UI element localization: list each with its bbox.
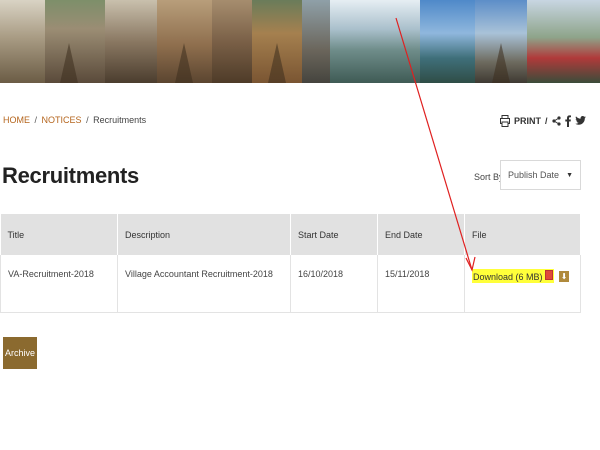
- twitter-icon[interactable]: [574, 116, 586, 126]
- download-link[interactable]: Download (6 MB): [472, 269, 555, 283]
- banner-photo: [252, 0, 302, 83]
- print-link[interactable]: PRINT: [514, 116, 541, 126]
- banner-photo: [527, 0, 600, 83]
- cell-description: Village Accountant Recruitment-2018: [117, 255, 291, 313]
- banner-photo: [45, 0, 105, 83]
- table-header-row: Title Description Start Date End Date Fi…: [0, 214, 581, 255]
- column-header-file: File: [464, 214, 581, 255]
- banner-photo: [105, 0, 157, 83]
- chevron-down-icon: ▼: [566, 171, 573, 179]
- download-icon[interactable]: ⬇: [559, 270, 570, 282]
- cell-file: Download (6 MB) ⬇: [464, 255, 581, 313]
- breadcrumb: HOME / NOTICES / Recruitments: [3, 115, 146, 125]
- recruitments-table: Title Description Start Date End Date Fi…: [0, 214, 581, 313]
- column-header-title: Title: [0, 214, 118, 255]
- banner-photo: [330, 0, 420, 83]
- cell-end-date: 15/11/2018: [377, 255, 465, 313]
- column-header-start-date: Start Date: [290, 214, 378, 255]
- breadcrumb-separator: /: [86, 115, 89, 125]
- cell-title: VA-Recruitment-2018: [0, 255, 118, 313]
- pdf-icon: [545, 270, 554, 280]
- page-title: Recruitments: [2, 163, 139, 188]
- cell-start-date: 16/10/2018: [290, 255, 378, 313]
- breadcrumb-home-link[interactable]: HOME: [3, 115, 30, 125]
- banner-photo: [302, 0, 330, 83]
- header-banner: [0, 0, 600, 83]
- share-icon[interactable]: [551, 116, 561, 126]
- breadcrumb-current: Recruitments: [93, 115, 147, 125]
- breadcrumb-separator: /: [34, 115, 38, 125]
- banner-photo: [0, 0, 45, 83]
- download-link-label: Download (6 MB): [473, 272, 543, 282]
- tools-separator: /: [545, 116, 548, 126]
- column-header-end-date: End Date: [377, 214, 465, 255]
- column-header-description: Description: [117, 214, 291, 255]
- banner-photo: [420, 0, 475, 83]
- print-icon[interactable]: [500, 115, 510, 127]
- page-tools: PRINT /: [500, 115, 586, 127]
- sort-selected-value: Publish Date: [508, 170, 560, 180]
- banner-photo: [212, 0, 252, 83]
- banner-photo: [157, 0, 212, 83]
- table-row: VA-Recruitment-2018 Village Accountant R…: [0, 255, 581, 313]
- archive-button[interactable]: Archive: [3, 337, 37, 369]
- banner-photo: [475, 0, 527, 83]
- facebook-icon[interactable]: [564, 115, 571, 127]
- sort-select[interactable]: Publish Date ▼: [500, 160, 581, 190]
- download-group: Download (6 MB) ⬇: [472, 269, 580, 283]
- breadcrumb-notices-link[interactable]: NOTICES: [42, 115, 82, 125]
